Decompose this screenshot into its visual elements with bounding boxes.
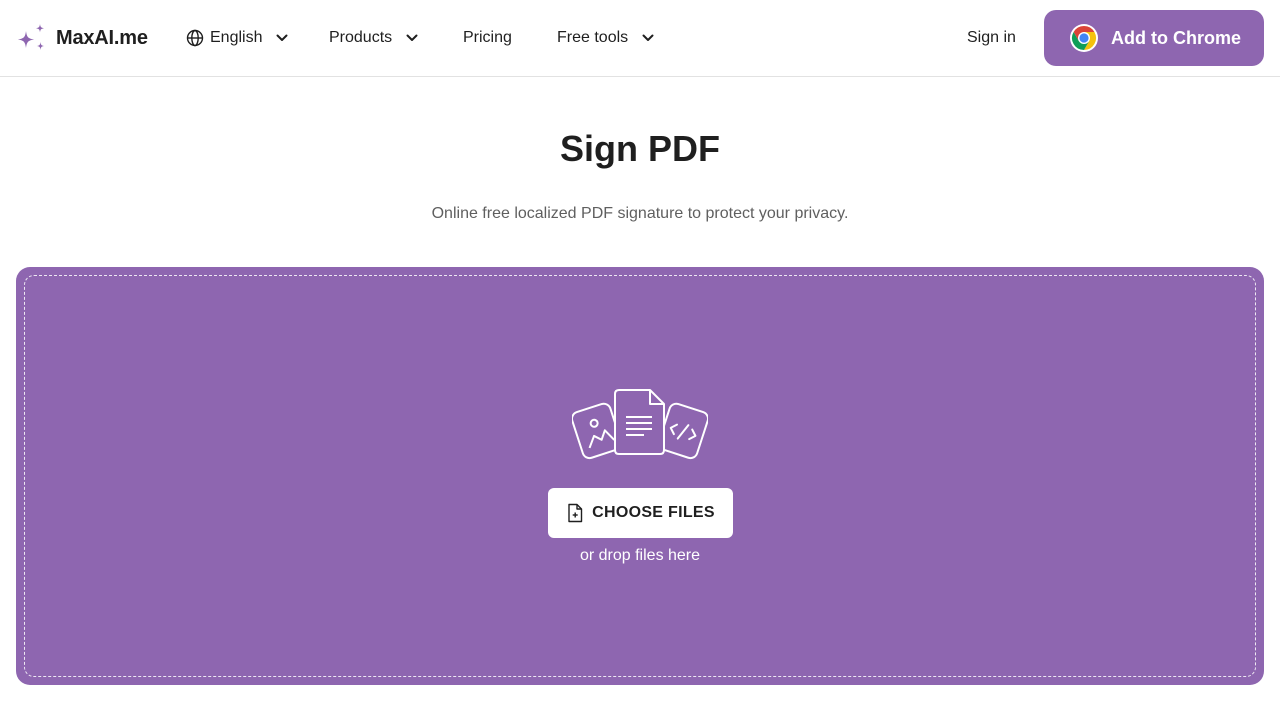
- choose-files-button[interactable]: CHOOSE FILES: [548, 488, 733, 538]
- language-selector[interactable]: English: [186, 26, 292, 50]
- sparkle-logo-icon: [18, 24, 45, 50]
- chrome-icon: [1070, 24, 1098, 52]
- nav-free-tools-label: Free tools: [557, 29, 629, 46]
- nav-products-label: Products: [329, 29, 393, 46]
- files-illustration-icon: [572, 389, 708, 460]
- drop-files-hint: or drop files here: [579, 547, 701, 564]
- language-label: English: [210, 29, 263, 46]
- document-file-icon: [614, 389, 665, 455]
- site-header: MaxAI.me English Products Pricing Free t…: [0, 0, 1280, 77]
- choose-files-label: CHOOSE FILES: [592, 504, 715, 521]
- dropzone-dashed-border: [24, 275, 1256, 677]
- nav-free-tools[interactable]: Free tools: [557, 26, 658, 50]
- nav-pricing-label: Pricing: [463, 29, 512, 46]
- chevron-down-icon: [406, 34, 418, 41]
- add-to-chrome-button[interactable]: Add to Chrome: [1044, 10, 1264, 66]
- nav-products[interactable]: Products: [329, 26, 422, 50]
- file-dropzone[interactable]: CHOOSE FILES or drop files here: [16, 267, 1264, 685]
- file-add-icon: [568, 503, 583, 523]
- globe-icon: [186, 29, 204, 47]
- add-to-chrome-label: Add to Chrome: [1111, 27, 1241, 48]
- chevron-down-icon: [276, 34, 288, 41]
- chevron-down-icon: [642, 34, 654, 41]
- page-subtitle: Online free localized PDF signature to p…: [431, 205, 849, 222]
- nav-pricing[interactable]: Pricing: [463, 26, 512, 50]
- sign-in-link[interactable]: Sign in: [967, 26, 1016, 50]
- brand-name: MaxAI.me: [56, 26, 148, 49]
- logo[interactable]: MaxAI.me: [16, 20, 148, 56]
- page-title: Sign PDF: [560, 128, 720, 169]
